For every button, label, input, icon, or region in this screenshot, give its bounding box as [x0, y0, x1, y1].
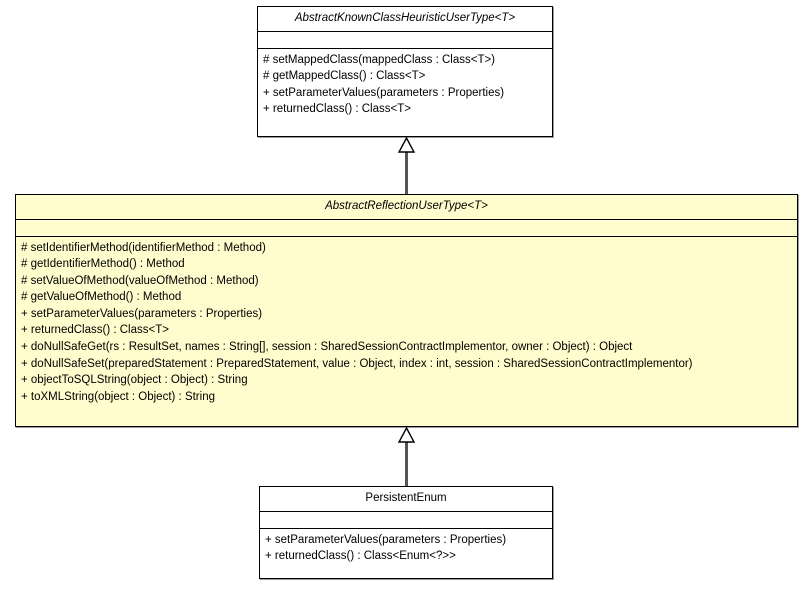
operation-item: + returnedClass() : Class<Enum<?>> [265, 550, 456, 563]
operation-item: # getMappedClass() : Class<T> [263, 70, 426, 83]
operations-compartment-persistent-enum: + setParameterValues(parameters : Proper… [260, 529, 552, 569]
class-box-abstract-reflection-user-type[interactable]: AbstractReflectionUserType<T> # setIdent… [15, 194, 798, 427]
operations-compartment-abstract-known-class-heuristic-user-type: # setMappedClass(mappedClass : Class<T>)… [258, 49, 552, 122]
generalization-line [405, 151, 408, 195]
operation-item: + returnedClass() : Class<T> [263, 103, 411, 116]
operation-item: # getIdentifierMethod() : Method [21, 258, 185, 271]
uml-class-diagram: AbstractKnownClassHeuristicUserType<T> #… [0, 0, 812, 592]
operation-item: # setMappedClass(mappedClass : Class<T>) [263, 53, 496, 66]
operation-item: + objectToSQLString(object : Object) : S… [21, 374, 248, 387]
operation-item: # setIdentifierMethod(identifierMethod :… [21, 241, 266, 254]
operations-compartment-abstract-reflection-user-type: # setIdentifierMethod(identifierMethod :… [16, 237, 797, 410]
class-name-abstract-reflection-user-type: AbstractReflectionUserType<T> [16, 195, 797, 220]
operation-item: + doNullSafeGet(rs : ResultSet, names : … [21, 341, 633, 354]
operation-item: + setParameterValues(parameters : Proper… [21, 307, 263, 320]
operation-item: + returnedClass() : Class<T> [21, 324, 169, 337]
operation-item: + setParameterValues(parameters : Proper… [263, 86, 505, 99]
operation-item: # setValueOfMethod(valueOfMethod : Metho… [21, 274, 259, 287]
class-box-abstract-known-class-heuristic-user-type[interactable]: AbstractKnownClassHeuristicUserType<T> #… [257, 6, 553, 137]
attributes-compartment-persistent-enum [260, 512, 552, 529]
hollow-triangle-arrowhead-icon [397, 137, 416, 153]
class-box-persistent-enum[interactable]: PersistentEnum + setParameterValues(para… [259, 486, 553, 579]
operation-item: # getValueOfMethod() : Method [21, 291, 182, 304]
attributes-compartment-abstract-known-class-heuristic-user-type [258, 32, 552, 49]
class-name-abstract-known-class-heuristic-user-type: AbstractKnownClassHeuristicUserType<T> [258, 7, 552, 32]
class-name-persistent-enum: PersistentEnum [260, 487, 552, 512]
operation-item: + toXMLString(object : Object) : String [21, 390, 215, 403]
attributes-compartment-abstract-reflection-user-type [16, 220, 797, 237]
generalization-arrow-to-abstract-known-class-heuristic-user-type [397, 137, 416, 195]
operation-item: + doNullSafeSet(preparedStatement : Prep… [21, 357, 693, 370]
generalization-arrow-to-abstract-reflection-user-type [397, 427, 416, 487]
operation-item: + setParameterValues(parameters : Proper… [265, 533, 507, 546]
hollow-triangle-arrowhead-icon [397, 427, 416, 443]
generalization-line [405, 441, 408, 487]
